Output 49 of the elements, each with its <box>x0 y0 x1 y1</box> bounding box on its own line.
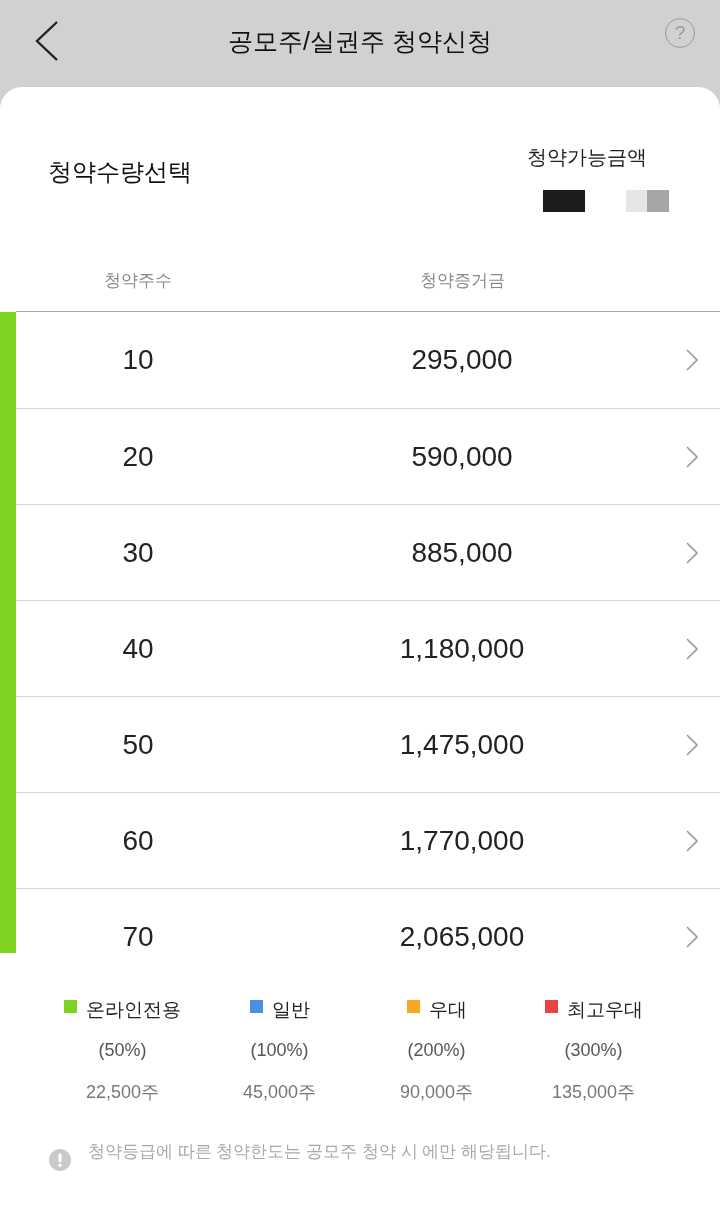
tier-label: 온라인전용 <box>86 998 181 1022</box>
share-count: 30 <box>122 535 154 570</box>
chevron-right-icon <box>686 925 698 948</box>
tier-ratio: (50%) <box>98 1039 147 1062</box>
deposit-amount: 1,770,000 <box>399 823 525 858</box>
share-count: 20 <box>122 439 154 474</box>
deposit-amount: 1,475,000 <box>399 727 525 762</box>
option-row[interactable]: 60 1,770,000 <box>16 792 720 888</box>
chevron-right-icon <box>686 445 698 468</box>
share-count: 70 <box>122 919 154 953</box>
chevron-right-icon <box>686 829 698 852</box>
tier-limit: 45,000주 <box>242 1081 317 1104</box>
tier-label: 최고우대 <box>566 998 643 1022</box>
chevron-right-icon <box>686 349 698 371</box>
deposit-amount: 1,180,000 <box>399 631 525 666</box>
option-row[interactable]: 30 885,000 <box>16 504 720 600</box>
chevron-right-icon <box>686 637 698 660</box>
tier-ratio: (300%) <box>564 1039 623 1062</box>
chevron-right-icon <box>686 541 698 564</box>
notice-text: 청약등급에 따른 청약한도는 공모주 청약 시 에만 해당됩니다. <box>88 1141 551 1163</box>
column-header: 청약주수 <box>104 269 172 292</box>
share-count: 40 <box>122 631 154 666</box>
option-row[interactable]: 40 1,180,000 <box>16 600 720 696</box>
deposit-amount: 295,000 <box>411 343 513 377</box>
option-row[interactable]: 20 590,000 <box>16 408 720 504</box>
share-count: 50 <box>122 727 154 762</box>
available-amount-label: 청약가능금액 <box>527 145 647 170</box>
tier-label: 우대 <box>428 998 467 1022</box>
tier-ratio: (100%) <box>250 1039 309 1062</box>
tier-limit: 135,000주 <box>551 1081 636 1104</box>
tier-limit: 90,000주 <box>399 1081 474 1104</box>
deposit-amount: 2,065,000 <box>399 919 525 953</box>
screen-title: 공모주/실권주 청약신청 <box>228 26 492 57</box>
chevron-right-icon <box>686 733 698 756</box>
option-row[interactable]: 50 1,475,000 <box>16 696 720 792</box>
option-row[interactable]: 70 2,065,000 <box>16 888 720 953</box>
column-header: 청약증거금 <box>419 269 505 292</box>
section-title: 청약수량선택 <box>48 158 192 186</box>
tier-label: 일반 <box>271 998 310 1022</box>
back-button[interactable] <box>35 21 59 61</box>
chevron-left-icon <box>35 21 59 61</box>
alert-icon <box>49 1149 71 1171</box>
option-row[interactable]: 10 295,000 <box>16 312 720 408</box>
deposit-amount: 590,000 <box>411 439 513 474</box>
tier-limit: 22,500주 <box>85 1081 160 1104</box>
deposit-amount: 885,000 <box>411 535 513 570</box>
share-count: 60 <box>122 823 154 858</box>
tier-ratio: (200%) <box>407 1039 466 1062</box>
share-count: 10 <box>122 343 154 377</box>
